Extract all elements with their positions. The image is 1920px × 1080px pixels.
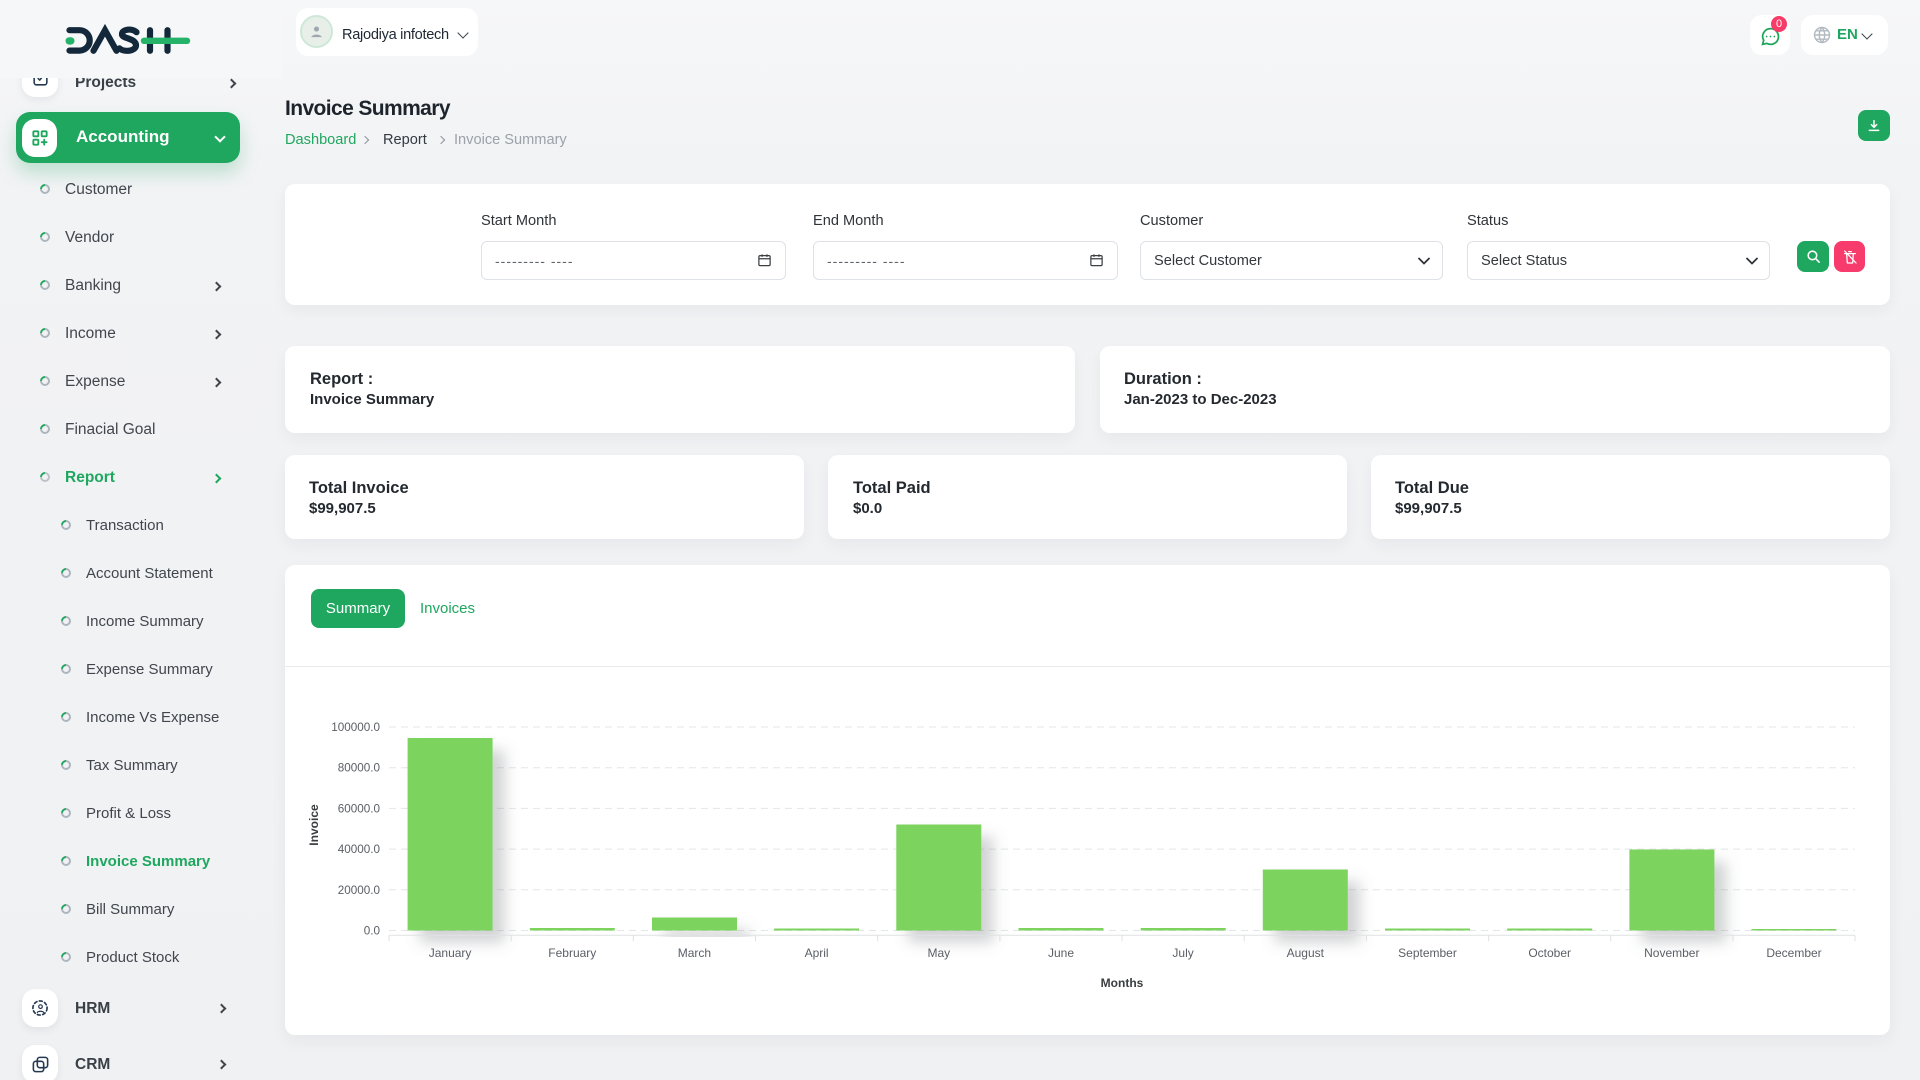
svg-text:40000.0: 40000.0 <box>338 843 381 856</box>
svg-text:July: July <box>1172 946 1193 960</box>
svg-text:100000.0: 100000.0 <box>331 721 380 734</box>
svg-text:May: May <box>927 946 950 960</box>
svg-text:December: December <box>1766 946 1821 960</box>
svg-text:0.0: 0.0 <box>364 925 381 938</box>
svg-text:January: January <box>429 946 472 960</box>
svg-text:September: September <box>1398 946 1457 960</box>
svg-text:Months: Months <box>1101 976 1144 990</box>
svg-text:August: August <box>1287 946 1325 960</box>
svg-text:Invoice: Invoice <box>307 804 321 846</box>
svg-text:March: March <box>678 946 711 960</box>
svg-text:80000.0: 80000.0 <box>338 762 381 775</box>
svg-text:60000.0: 60000.0 <box>338 802 381 815</box>
svg-text:20000.0: 20000.0 <box>338 884 381 897</box>
svg-text:October: October <box>1528 946 1571 960</box>
svg-text:April: April <box>805 946 829 960</box>
svg-text:November: November <box>1644 946 1699 960</box>
svg-text:February: February <box>548 946 596 960</box>
svg-text:June: June <box>1048 946 1074 960</box>
